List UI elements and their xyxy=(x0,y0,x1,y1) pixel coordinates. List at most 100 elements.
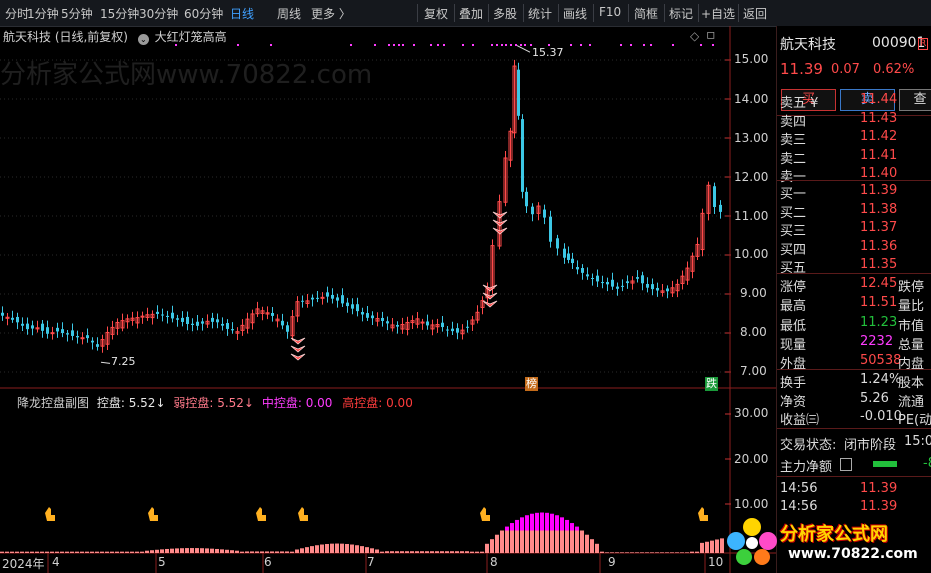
y-tick-label: 12.00 xyxy=(734,170,769,184)
period-tab-weekly[interactable]: 周线 xyxy=(277,5,301,22)
candle-body xyxy=(216,319,219,323)
candle-body xyxy=(16,316,19,323)
kongpan-bar xyxy=(390,551,394,553)
fuquan-button[interactable]: 复权 xyxy=(424,5,448,22)
signal-dot xyxy=(515,44,517,46)
kongpan-bar xyxy=(330,543,334,553)
period-tab-5min[interactable]: 5分钟 xyxy=(61,5,93,22)
kongpan-bar xyxy=(445,551,449,553)
divider xyxy=(777,476,931,477)
stat-row-value: 12.45 xyxy=(860,276,898,291)
y-tick-label: 9.00 xyxy=(740,286,767,300)
kongpan-bar xyxy=(245,551,249,553)
candle-body xyxy=(221,323,224,326)
lantern-icon xyxy=(290,345,306,353)
kongpan-bar xyxy=(580,530,584,553)
down-arrow-icon: ↓ xyxy=(243,396,254,410)
kongpan-bar xyxy=(670,552,674,553)
indicator-name[interactable]: 大红灯笼高高 xyxy=(155,30,227,44)
candle-body xyxy=(381,317,384,321)
candle-body xyxy=(641,275,644,284)
f10-button[interactable]: F10 xyxy=(599,5,621,19)
period-tab-more[interactable]: 更多 〉 xyxy=(311,5,351,22)
candle-body xyxy=(86,335,89,339)
kongpan-bar xyxy=(525,530,529,553)
back-button[interactable]: 返回 xyxy=(743,5,767,22)
kongpan-bar xyxy=(315,545,319,553)
signal-dot xyxy=(237,44,239,46)
logo-text: 分析家公式网 xyxy=(780,524,888,545)
candle-body xyxy=(543,209,546,218)
sub-indicator-name[interactable]: 降龙控盘副图 xyxy=(17,396,89,410)
candle-body xyxy=(226,323,229,329)
ask-row-value: 11.40 xyxy=(860,166,898,181)
candle-body xyxy=(271,312,274,316)
bid-row-label: 买四 xyxy=(780,242,807,258)
period-tab-daily[interactable]: 日线 xyxy=(230,5,254,22)
candle-body xyxy=(601,282,604,284)
panel-close-icon[interactable]: ▫ xyxy=(706,27,716,43)
panel-toggle-icon[interactable]: ◇ xyxy=(690,29,699,43)
add-watchlist-button[interactable]: +自选 xyxy=(701,5,735,22)
candle-body xyxy=(176,318,179,320)
period-tab-1min[interactable]: 1分钟 xyxy=(27,5,59,22)
candle-body xyxy=(331,294,334,299)
query-button[interactable]: 查 xyxy=(899,89,931,111)
kongpan-bar xyxy=(605,552,609,553)
kongpan-bar xyxy=(120,551,124,553)
signal-dot xyxy=(491,44,493,46)
candle-body xyxy=(181,317,184,322)
indicator-settings-icon[interactable]: ⌄ xyxy=(137,34,149,45)
y-tick-label: 8.00 xyxy=(740,325,767,339)
kline-chart[interactable] xyxy=(0,26,776,573)
stat2-row-value: 5.26 xyxy=(860,390,889,406)
simple-frame-button[interactable]: 简框 xyxy=(634,5,658,22)
period-tab-30min[interactable]: 30分钟 xyxy=(139,5,178,22)
period-tab-15min[interactable]: 15分钟 xyxy=(100,5,139,22)
kongpan-bar xyxy=(640,552,644,553)
list-icon[interactable] xyxy=(840,458,852,471)
period-tab-60min[interactable]: 60分钟 xyxy=(184,5,223,22)
kongpan-bar xyxy=(610,552,614,553)
kongpan-high-bar xyxy=(525,515,529,531)
overlay-button[interactable]: 叠加 xyxy=(459,5,483,22)
kongpan-bar xyxy=(305,547,309,553)
stat-row-value: 11.23 xyxy=(860,314,898,330)
kongpan-bar xyxy=(10,551,14,553)
kongpan-bar xyxy=(465,551,469,553)
list-badge[interactable]: 榜 xyxy=(525,377,538,391)
site-logo: 分析家公式网 www.70822.com xyxy=(722,515,922,565)
kongpan-bar xyxy=(110,551,114,553)
bid-row-value: 11.39 xyxy=(860,183,898,198)
signal-dot xyxy=(443,44,445,46)
candle-body xyxy=(186,316,189,325)
candle-body xyxy=(451,328,454,332)
high-marker-line xyxy=(516,45,531,53)
kongpan-bar xyxy=(195,548,199,553)
kongpan-bar xyxy=(695,551,699,553)
kongpan-bar xyxy=(125,551,129,553)
signal-dot xyxy=(462,44,464,46)
kongpan-high-bar xyxy=(535,512,539,531)
kongpan-bar xyxy=(615,552,619,553)
bid-row-value: 11.38 xyxy=(860,201,898,217)
kongpan-bar xyxy=(160,549,164,553)
kongpan-bar xyxy=(355,545,359,553)
kongpan-bar xyxy=(45,551,49,553)
fall-badge[interactable]: 跌 xyxy=(705,377,718,391)
flower-logo-icon xyxy=(727,518,777,565)
candle-body xyxy=(596,275,599,282)
signal-dot xyxy=(589,44,591,46)
candle-body xyxy=(616,286,619,289)
statistics-button[interactable]: 统计 xyxy=(528,5,552,22)
draw-line-button[interactable]: 画线 xyxy=(563,5,587,22)
kongpan-bar xyxy=(280,551,284,553)
candle-body xyxy=(719,204,722,212)
candle-body xyxy=(336,297,339,301)
kongpan-bar xyxy=(380,551,384,553)
multi-stock-button[interactable]: 多股 xyxy=(493,5,517,22)
kongpan-bar xyxy=(50,551,54,553)
mark-button[interactable]: 标记 xyxy=(669,5,693,22)
period-tab-fenshi[interactable]: 分时 xyxy=(5,5,29,22)
kongpan-bar xyxy=(100,551,104,553)
